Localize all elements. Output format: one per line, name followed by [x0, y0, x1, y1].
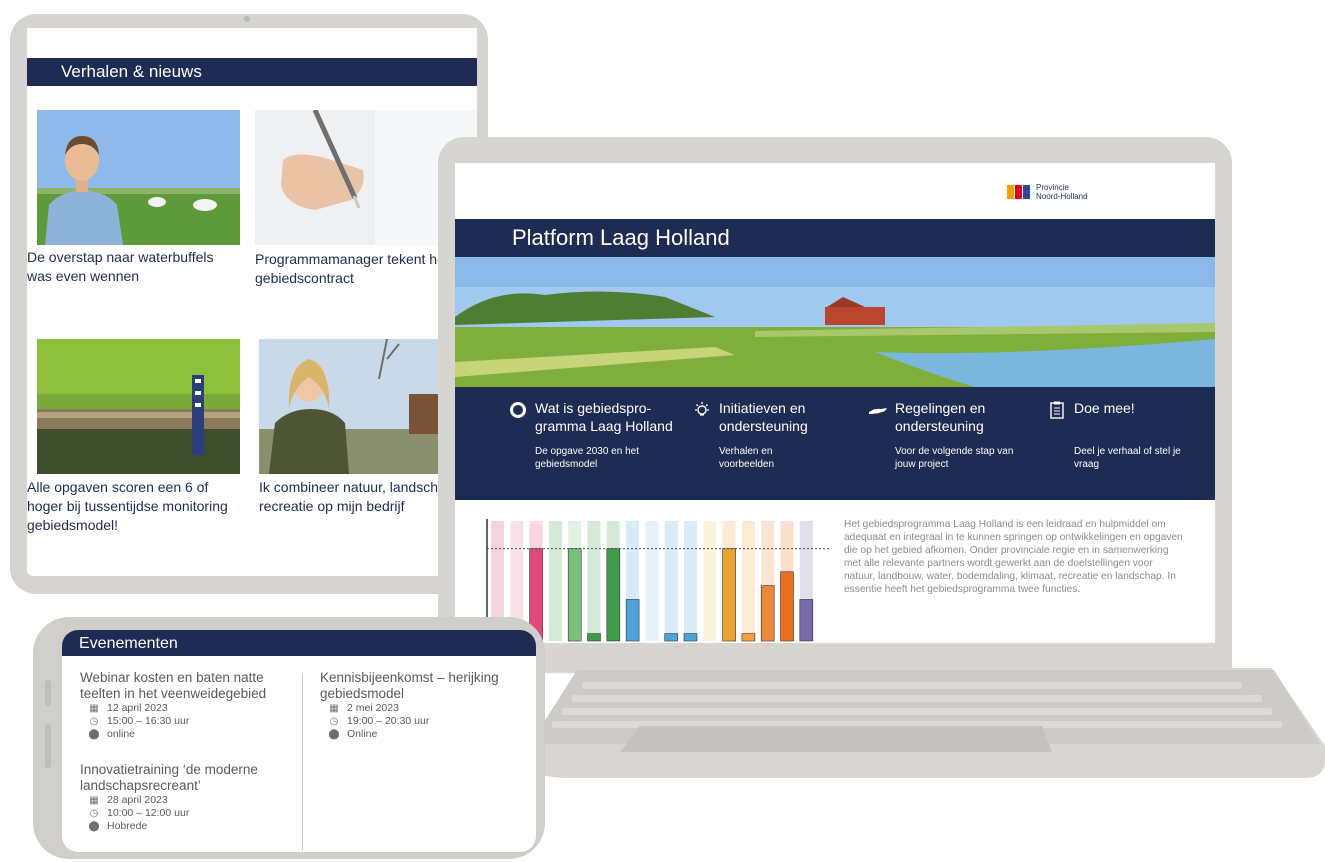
event-place-row: ⬤ Hobrede: [88, 820, 295, 833]
event-title: Kennisbijeenkomst – herijking gebiedsmod…: [320, 670, 499, 701]
chart-bar: [760, 585, 775, 642]
event-title: Webinar kosten en baten natte teelten in…: [80, 670, 267, 701]
event-date-row: ▦ 2 mei 2023: [328, 702, 525, 715]
phone-side-button: [45, 724, 51, 768]
news-section-title: Verhalen & nieuws: [61, 62, 202, 81]
chart-bar: [722, 548, 736, 642]
calendar-icon: ▦: [89, 795, 99, 806]
chart-bar-background: [645, 521, 659, 641]
chart-bar: [567, 548, 582, 642]
calendar-icon: ▦: [89, 703, 99, 714]
lightbulb-icon: [695, 402, 709, 416]
chart-bar: [625, 599, 640, 642]
event-time-row: ◷ 10:00 – 12:00 uur: [88, 807, 295, 820]
event-place: Online: [347, 728, 378, 740]
event-place-row: ⬤ online: [88, 728, 295, 741]
clock-icon: ◷: [329, 716, 339, 727]
calendar-icon: ▦: [329, 703, 339, 714]
site-title[interactable]: Platform Laag Holland: [512, 220, 730, 256]
laptop-keyboard-base: [522, 668, 1325, 778]
phone-screen: Evenementen Webinar kosten en baten natt…: [62, 630, 536, 852]
news-title[interactable]: De overstap naar waterbuffels was even w…: [27, 248, 232, 286]
clock-icon: ◷: [89, 716, 99, 727]
nav-item-title: Regelingen en ondersteuning: [895, 400, 986, 434]
event-date: 2 mei 2023: [347, 702, 399, 714]
event-place: online: [107, 728, 136, 740]
chart-bar: [780, 571, 794, 642]
news-title[interactable]: Alle opgaven scoren een 6 of hoger bij t…: [27, 478, 237, 535]
nav-item-subtitle: Verhalen en voorbeelden: [719, 446, 775, 470]
province-name: Provincie Noord-Holland: [1036, 183, 1088, 201]
events-section-title: Evenementen: [79, 635, 178, 652]
feature-navigation: Wat is gebiedspro-gramma Laag Holland De…: [455, 387, 1215, 500]
event-time: 19:00 – 20:30 uur: [347, 715, 430, 727]
event-date-row: ▦ 28 april 2023: [88, 794, 295, 807]
event-date: 12 april 2023: [107, 702, 168, 714]
chart-bar: [664, 633, 678, 642]
tablet-screen: Verhalen & nieuws De overstap naar water…: [27, 28, 477, 576]
chart-bar-background: [741, 521, 755, 641]
phone-side-button: [45, 680, 51, 706]
event-date-row: ▦ 12 april 2023: [88, 702, 295, 715]
chart-bar: [587, 633, 601, 642]
chart-bar: [799, 599, 814, 642]
chart-bar: [606, 548, 621, 642]
location-pin-icon: ⬤: [88, 821, 100, 832]
event-time-row: ◷ 15:00 – 16:30 uur: [88, 715, 295, 728]
events-column-divider: [302, 674, 303, 850]
event-item[interactable]: Innovatietraining ‘de moderne landschaps…: [80, 762, 295, 833]
news-image-water-gauge[interactable]: [37, 339, 240, 474]
tablet-camera: [244, 16, 250, 22]
nav-item-subtitle: Voor de volgende stap van jouw project: [895, 446, 1014, 470]
landscape-banner-image: [455, 257, 1215, 387]
gebiedsmodel-bar-chart: [486, 519, 830, 643]
event-time: 10:00 – 12:00 uur: [107, 807, 190, 819]
chart-bar-background: [684, 521, 697, 641]
nav-item-subtitle: De opgave 2030 en het gebiedsmodel: [535, 446, 639, 470]
news-image-farmer[interactable]: [37, 110, 240, 245]
province-line2: Noord-Holland: [1036, 192, 1088, 201]
chart-bar: [741, 633, 756, 642]
event-place: Hobrede: [107, 820, 148, 832]
laptop-screen: Provincie Noord-Holland Platform Laag Ho…: [455, 163, 1215, 643]
nh-logo-icon[interactable]: [1007, 183, 1031, 201]
event-date: 28 april 2023: [107, 794, 168, 806]
event-time-row: ◷ 19:00 – 20:30 uur: [328, 715, 525, 728]
ring-icon: [510, 402, 526, 418]
chart-bar-background: [548, 521, 562, 641]
nav-item-title: Doe mee!: [1074, 400, 1135, 416]
nav-item-subtitle: Deel je verhaal of stel je vraag: [1074, 446, 1181, 470]
province-line1: Provincie: [1036, 183, 1069, 192]
event-item[interactable]: Webinar kosten en baten natte teelten in…: [80, 670, 295, 741]
nav-item-title: Wat is gebiedspro-gramma Laag Holland: [535, 400, 673, 434]
location-pin-icon: ⬤: [328, 729, 340, 740]
program-description: Het gebiedsprogramma Laag Holland is een…: [844, 519, 1183, 595]
chart-bar-background: [587, 521, 601, 641]
event-title: Innovatietraining ‘de moderne landschaps…: [80, 762, 258, 793]
location-pin-icon: ⬤: [88, 729, 100, 740]
event-item[interactable]: Kennisbijeenkomst – herijking gebiedsmod…: [320, 670, 525, 741]
nav-item-title: Initiatieven en ondersteuning: [719, 400, 808, 434]
chart-bar-background: [664, 521, 678, 641]
event-place-row: ⬤ Online: [328, 728, 525, 741]
clock-icon: ◷: [89, 808, 99, 819]
clipboard-icon: [1050, 401, 1064, 419]
chart-bar-background: [703, 521, 717, 641]
pointing-hand-icon: [869, 408, 887, 414]
chart-bar: [683, 633, 698, 642]
event-time: 15:00 – 16:30 uur: [107, 715, 190, 727]
